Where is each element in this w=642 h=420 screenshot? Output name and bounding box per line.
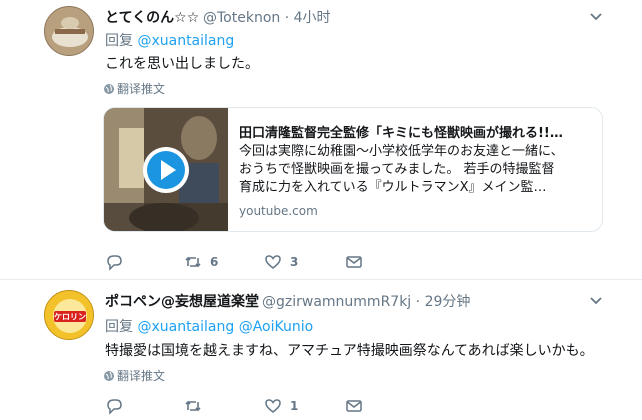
card-title[interactable]: 田口清隆監督完全監修「キミにも怪獣映画が撮れる!!…: [239, 122, 594, 141]
tweet[interactable]: とてくのん☆☆ @Toteknon · 4小时 回复 @xuantailang …: [0, 0, 642, 280]
retweet-icon: [185, 400, 201, 412]
author-handle[interactable]: @gzirwamnummR7kj · 29分钟: [262, 291, 470, 311]
tweet-divider: [0, 279, 642, 280]
direct-message-button[interactable]: [345, 252, 363, 272]
direct-message-button[interactable]: [345, 396, 363, 416]
tweet-time[interactable]: 4小时: [294, 10, 331, 26]
reply-context: 回复 @xuantailang: [105, 33, 235, 49]
tweet-actions: 6 3: [105, 252, 405, 272]
like-icon: [265, 399, 281, 413]
tweet-text: これを思い出しました。: [105, 56, 259, 72]
reply-icon: [107, 399, 122, 415]
message-icon: [346, 256, 362, 268]
card-description: 今回は実際に幼稚園～小学校低学年のお友達と一緒に、 おうちで怪獣映画を撮ってみま…: [239, 144, 564, 195]
retweet-icon: [185, 256, 201, 268]
card-source: youtube.com: [239, 204, 318, 218]
reply-button[interactable]: [105, 252, 131, 272]
globe-icon: [104, 371, 114, 381]
tweet[interactable]: ケロリン ポコペン@妄想屋道楽堂 @gzirwamnummR7kj · 29分钟…: [0, 281, 642, 420]
retweet-button[interactable]: [184, 396, 210, 416]
reply-button[interactable]: [105, 396, 131, 416]
author-handle[interactable]: @Toteknon · 4小时: [203, 7, 331, 27]
reply-to-link[interactable]: @xuantailang @AoiKunio: [137, 319, 313, 335]
avatar-logo-text: ケロリン: [54, 313, 86, 322]
card-thumbnail[interactable]: [104, 108, 228, 231]
like-icon: [265, 255, 281, 269]
message-icon: [346, 400, 362, 412]
reply-context: 回复 @xuantailang @AoiKunio: [105, 319, 314, 335]
like-button[interactable]: 3: [264, 252, 298, 272]
author-name[interactable]: とてくのん☆☆: [105, 7, 199, 27]
reply-icon: [107, 255, 122, 271]
chevron-down-icon[interactable]: [588, 8, 604, 24]
translate-tweet-link[interactable]: 翻译推文: [103, 367, 165, 384]
reply-to-link[interactable]: @xuantailang: [137, 33, 234, 49]
avatar[interactable]: [44, 6, 94, 56]
tweet-actions: 1: [105, 396, 405, 416]
chevron-down-icon[interactable]: [588, 292, 604, 308]
tweet-time[interactable]: 29分钟: [425, 294, 471, 310]
globe-icon: [104, 84, 114, 94]
play-icon[interactable]: [142, 146, 190, 194]
link-card[interactable]: 田口清隆監督完全監修「キミにも怪獣映画が撮れる!!… 今回は実際に幼稚園～小学校…: [103, 107, 603, 232]
tweet-text: 特撮愛は国境を越えますね、アマチュア特撮映画祭なんてあれば楽しいかも。: [105, 343, 594, 359]
like-button[interactable]: 1: [264, 396, 298, 416]
avatar[interactable]: ケロリン: [44, 290, 94, 340]
translate-tweet-link[interactable]: 翻译推文: [103, 80, 165, 97]
retweet-button[interactable]: 6: [184, 252, 218, 272]
author-name[interactable]: ポコペン@妄想屋道楽堂: [105, 291, 259, 311]
